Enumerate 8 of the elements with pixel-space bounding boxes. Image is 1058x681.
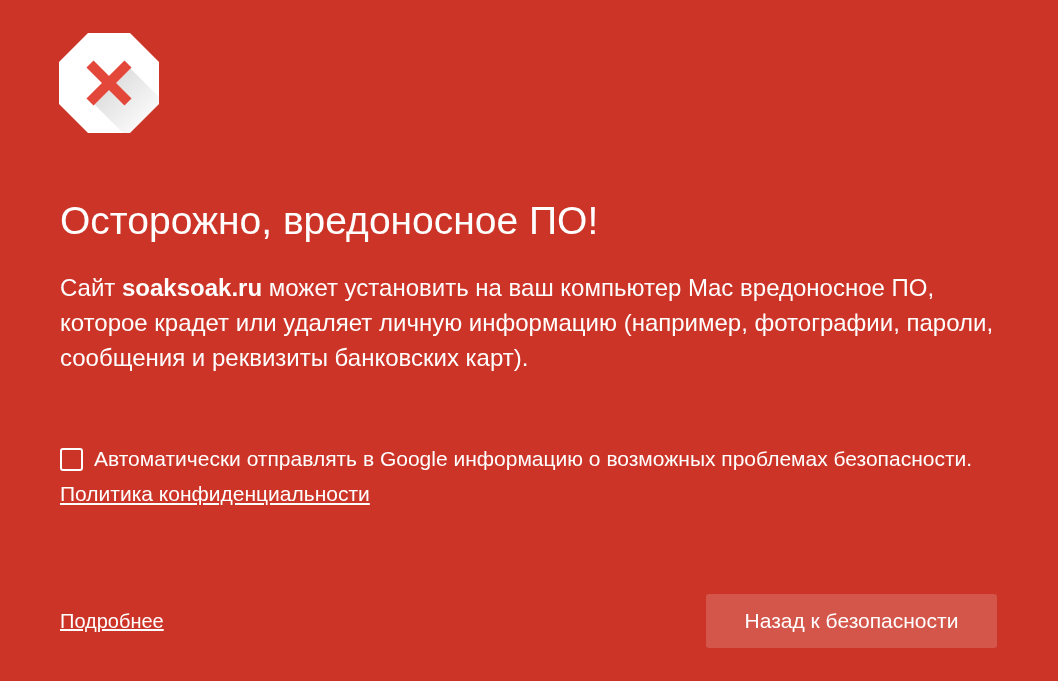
privacy-policy-link[interactable]: Политика конфиденциальности [60,482,370,506]
warning-message: Сайт soaksoak.ru может установить на ваш компьютер Mac вредоносное ПО, которое крадет или удаляет личную информацию (например, фотографии, пароли, сообщения и реквизиты банковских карт). [60,273,995,373]
checkbox[interactable] [60,447,83,471]
stop-sign-icon [59,33,159,133]
checkbox-label[interactable]: Автоматически отправлять в Google информацию о возможных проблемах безопасности. [94,447,973,471]
details-link[interactable]: Подробнее [60,609,164,633]
back-to-safety-button[interactable]: Назад к безопасности [706,594,997,648]
page-heading: Осторожно, вредоносное ПО! [60,198,599,244]
